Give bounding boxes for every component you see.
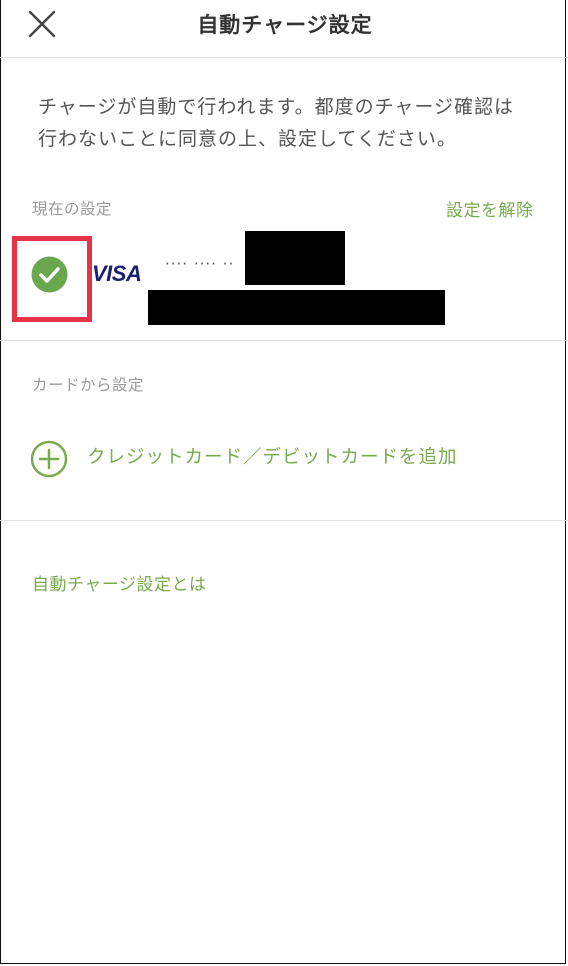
section-divider [0, 340, 568, 341]
header-bar: 自動チャージ設定 [0, 0, 568, 58]
about-auto-charge-link[interactable]: 自動チャージ設定とは [32, 570, 207, 595]
check-circle-icon[interactable] [31, 256, 68, 293]
masked-card-number: ···· ···· ·· [165, 255, 235, 273]
release-setting-link[interactable]: 設定を解除 [446, 196, 534, 221]
notice-line-1: チャージが自動で行われます。都度のチャージ確認は [38, 96, 515, 118]
current-setting-label: 現在の設定 [32, 200, 113, 218]
plus-circle-icon[interactable] [30, 440, 68, 478]
auto-charge-notice: チャージが自動で行われます。都度のチャージ確認は 行わないことに同意の上、設定し… [38, 91, 538, 155]
visa-logo: VISA [92, 261, 142, 286]
add-card-label[interactable]: クレジットカード／デビットカードを追加 [87, 443, 458, 469]
card-setting-label: カードから設定 [32, 376, 145, 394]
redacted-card-digits [245, 231, 345, 285]
notice-line-2: 行わないことに同意の上、設定してください。 [38, 128, 457, 150]
page-title: 自動チャージ設定 [197, 13, 373, 37]
section-divider [0, 520, 568, 521]
redacted-card-holder [148, 290, 445, 325]
